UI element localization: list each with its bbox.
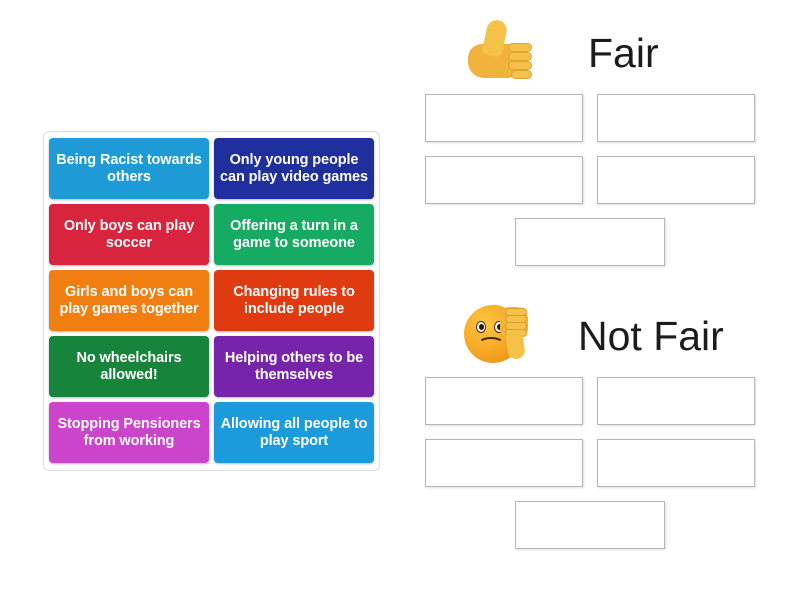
draggable-tile[interactable]: Girls and boys can play games together bbox=[49, 270, 209, 331]
draggable-tile[interactable]: No wheelchairs allowed! bbox=[49, 336, 209, 397]
category-fair-dropzones bbox=[425, 94, 755, 266]
category-not-fair-header: Not Fair bbox=[425, 295, 755, 377]
dropzone[interactable] bbox=[597, 94, 755, 142]
tile-row: Being Racist towards others Only young p… bbox=[49, 138, 374, 199]
draggable-tile[interactable]: Offering a turn in a game to someone bbox=[214, 204, 374, 265]
dropzone-row bbox=[425, 94, 755, 142]
category-fair-title: Fair bbox=[588, 29, 659, 76]
draggable-tile[interactable]: Allowing all people to play sport bbox=[214, 402, 374, 463]
dropzone[interactable] bbox=[425, 156, 583, 204]
dropzone-row bbox=[425, 156, 755, 204]
dropzone[interactable] bbox=[597, 439, 755, 487]
dropzone[interactable] bbox=[597, 377, 755, 425]
dropzone[interactable] bbox=[425, 439, 583, 487]
dropzone[interactable] bbox=[515, 218, 665, 266]
tile-label: Only young people can play video games bbox=[220, 151, 368, 185]
tile-label: Only boys can play soccer bbox=[63, 217, 195, 251]
tile-row: Girls and boys can play games together C… bbox=[49, 270, 374, 331]
dropzone-row bbox=[425, 439, 755, 487]
category-not-fair: Not Fair bbox=[425, 295, 755, 563]
dropzone-row bbox=[425, 377, 755, 425]
tile-label: Allowing all people to play sport bbox=[220, 415, 368, 449]
dropzone-row bbox=[425, 501, 755, 549]
category-fair-header: Fair bbox=[425, 12, 755, 94]
dropzone-row bbox=[425, 218, 755, 266]
tile-label: Offering a turn in a game to someone bbox=[230, 217, 358, 251]
category-not-fair-title: Not Fair bbox=[578, 312, 724, 359]
dropzone[interactable] bbox=[597, 156, 755, 204]
tile-row: Stopping Pensioners from working Allowin… bbox=[49, 402, 374, 463]
tile-row: Only boys can play soccer Offering a tur… bbox=[49, 204, 374, 265]
category-fair: Fair bbox=[425, 12, 755, 280]
draggable-tile[interactable]: Only boys can play soccer bbox=[49, 204, 209, 265]
thumbs-up-icon bbox=[462, 16, 536, 90]
draggable-tile[interactable]: Stopping Pensioners from working bbox=[49, 402, 209, 463]
tile-label: Being Racist towards others bbox=[56, 151, 202, 185]
draggable-tile[interactable]: Changing rules to include people bbox=[214, 270, 374, 331]
tile-label: Changing rules to include people bbox=[233, 283, 355, 317]
tile-row: No wheelchairs allowed! Helping others t… bbox=[49, 336, 374, 397]
draggable-tile[interactable]: Being Racist towards others bbox=[49, 138, 209, 199]
draggable-tile[interactable]: Only young people can play video games bbox=[214, 138, 374, 199]
category-not-fair-dropzones bbox=[425, 377, 755, 549]
dropzone[interactable] bbox=[515, 501, 665, 549]
dropzone[interactable] bbox=[425, 377, 583, 425]
tile-label: No wheelchairs allowed! bbox=[76, 349, 182, 383]
tile-label: Girls and boys can play games together bbox=[59, 283, 199, 317]
sad-face-thumbs-down-icon bbox=[462, 299, 536, 373]
tile-label: Stopping Pensioners from working bbox=[57, 415, 201, 449]
tile-bank: Being Racist towards others Only young p… bbox=[43, 131, 380, 471]
draggable-tile[interactable]: Helping others to be themselves bbox=[214, 336, 374, 397]
dropzone[interactable] bbox=[425, 94, 583, 142]
tile-label: Helping others to be themselves bbox=[224, 349, 364, 383]
